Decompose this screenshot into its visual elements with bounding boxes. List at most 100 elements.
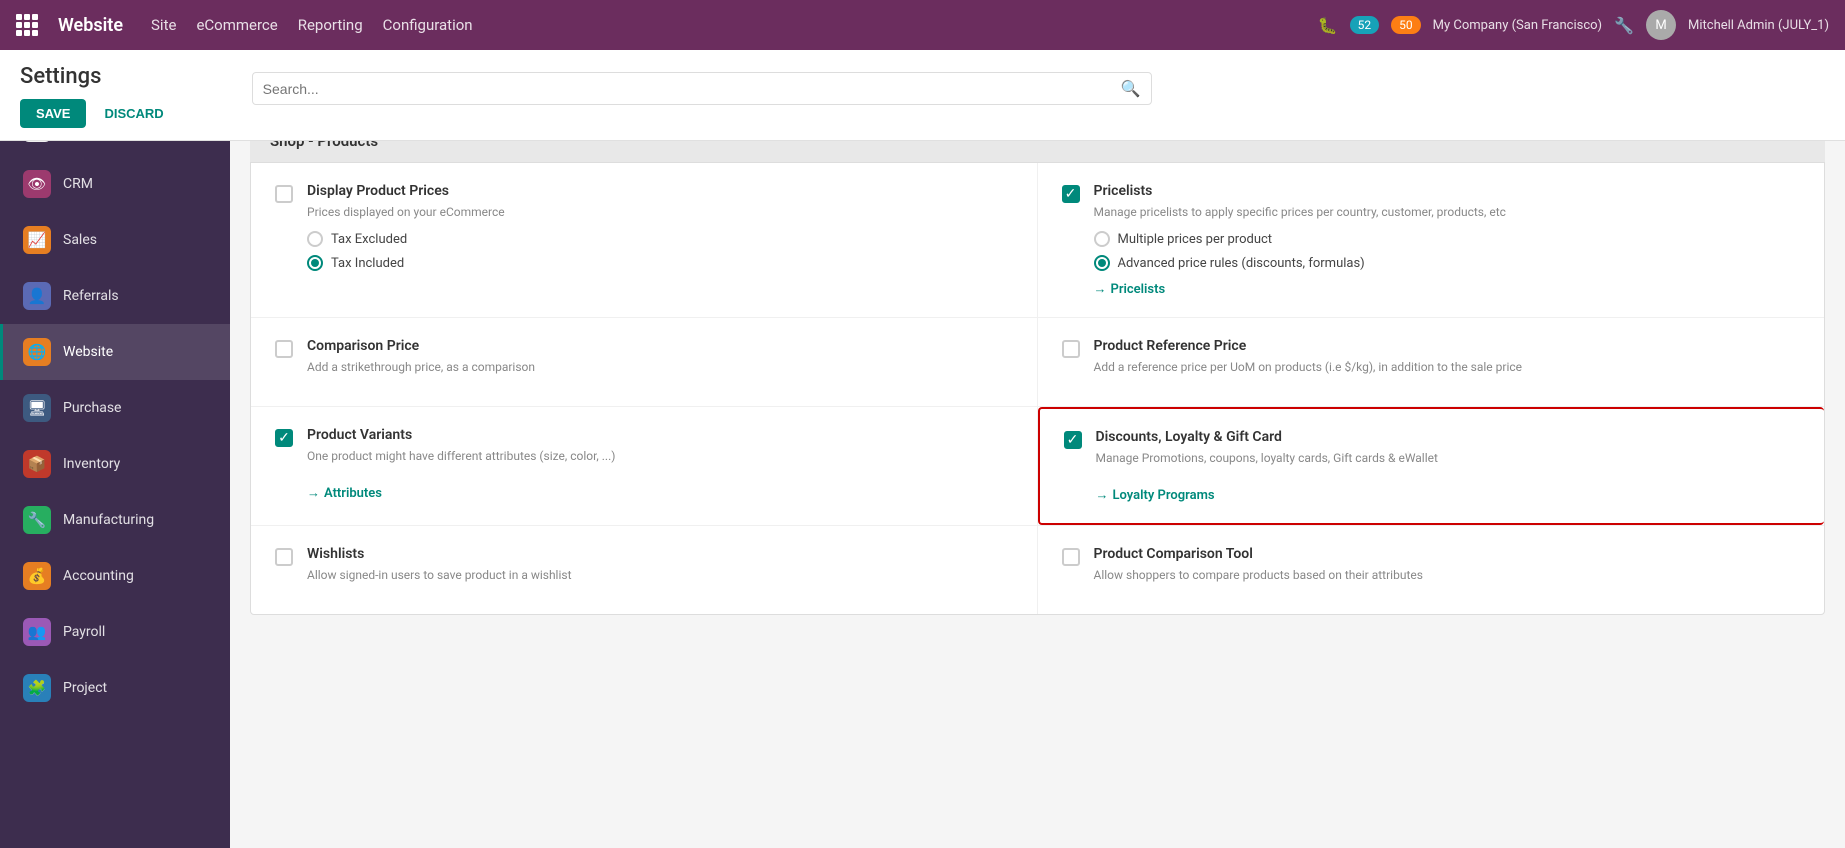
sidebar-item-sales[interactable]: 📈 Sales [0, 212, 230, 268]
website-icon: 🌐 [23, 338, 51, 366]
avatar[interactable]: M [1646, 10, 1676, 40]
setting-comparison-price: Comparison Price Add a strikethrough pri… [251, 318, 1038, 406]
radio-multiple-prices[interactable]: Multiple prices per product [1094, 231, 1801, 247]
app-grid-icon[interactable] [16, 14, 38, 36]
setting-title-pricelists: Pricelists [1094, 183, 1801, 199]
setting-content-product-variants: Product Variants One product might have … [307, 427, 1013, 501]
sidebar-item-referrals[interactable]: 👤 Referrals [0, 268, 230, 324]
sidebar-item-accounting[interactable]: 💰 Accounting [0, 548, 230, 604]
settings-row-1: Display Product Prices Prices displayed … [251, 163, 1824, 318]
setting-pricelists: ✓ Pricelists Manage pricelists to apply … [1038, 163, 1825, 317]
setting-desc-discounts-loyalty: Manage Promotions, coupons, loyalty card… [1096, 449, 1801, 467]
attributes-link[interactable]: Attributes [307, 485, 382, 501]
checkbox-pricelists[interactable]: ✓ [1062, 185, 1080, 203]
checkbox-comparison-price[interactable] [275, 340, 293, 358]
settings-row-4: Wishlists Allow signed-in users to save … [251, 526, 1824, 614]
setting-desc-comparison-price: Add a strikethrough price, as a comparis… [307, 358, 1013, 376]
sidebar-label-referrals: Referrals [63, 288, 119, 304]
bug-icon[interactable]: 🐛 [1318, 16, 1338, 35]
setting-product-variants: ✓ Product Variants One product might hav… [251, 407, 1038, 525]
sidebar-label-purchase: Purchase [63, 400, 121, 416]
navbar: Website Site eCommerce Reporting Configu… [0, 0, 1845, 50]
sidebar-item-crm[interactable]: 👁 CRM [0, 156, 230, 212]
payroll-icon: 👥 [23, 618, 51, 646]
navbar-reporting[interactable]: Reporting [298, 12, 363, 38]
settings-row-2: Comparison Price Add a strikethrough pri… [251, 318, 1824, 407]
navbar-site[interactable]: Site [151, 12, 176, 38]
manufacturing-icon: 🔧 [23, 506, 51, 534]
setting-wishlists: Wishlists Allow signed-in users to save … [251, 526, 1038, 614]
sidebar-item-manufacturing[interactable]: 🔧 Manufacturing [0, 492, 230, 548]
checkbox-discounts-loyalty[interactable]: ✓ [1064, 431, 1082, 449]
setting-content-display-product-prices: Display Product Prices Prices displayed … [307, 183, 1013, 271]
inventory-icon: 📦 [23, 450, 51, 478]
sidebar-label-manufacturing: Manufacturing [63, 512, 154, 528]
settings-title: Settings [20, 64, 172, 89]
setting-content-pricelists: Pricelists Manage pricelists to apply sp… [1094, 183, 1801, 297]
navbar-configuration[interactable]: Configuration [383, 12, 473, 38]
navbar-ecommerce[interactable]: eCommerce [196, 12, 277, 38]
setting-content-product-comparison-tool: Product Comparison Tool Allow shoppers t… [1094, 546, 1801, 594]
radio-dot-tax-excluded [307, 231, 323, 247]
setting-desc-product-reference-price: Add a reference price per UoM on product… [1094, 358, 1801, 376]
setting-desc-product-variants: One product might have different attribu… [307, 447, 1013, 465]
sidebar-item-inventory[interactable]: 📦 Inventory [0, 436, 230, 492]
activity-badge[interactable]: 50 [1391, 16, 1421, 34]
sidebar-item-website[interactable]: 🌐 Website [0, 324, 230, 380]
radio-advanced-price-rules[interactable]: Advanced price rules (discounts, formula… [1094, 255, 1801, 271]
setting-content-wishlists: Wishlists Allow signed-in users to save … [307, 546, 1013, 594]
referrals-icon: 👤 [23, 282, 51, 310]
checkbox-wishlists[interactable] [275, 548, 293, 566]
setting-title-display-product-prices: Display Product Prices [307, 183, 1013, 199]
search-icon[interactable]: 🔍 [1121, 79, 1141, 98]
search-input[interactable] [263, 81, 1121, 97]
sidebar-item-payroll[interactable]: 👥 Payroll [0, 604, 230, 660]
setting-product-comparison-tool: Product Comparison Tool Allow shoppers t… [1038, 526, 1825, 614]
chat-badge[interactable]: 52 [1350, 16, 1380, 34]
setting-discounts-loyalty: ✓ Discounts, Loyalty & Gift Card Manage … [1038, 407, 1825, 525]
radio-dot-multiple-prices [1094, 231, 1110, 247]
loyalty-programs-link[interactable]: Loyalty Programs [1096, 487, 1215, 503]
checkbox-product-variants[interactable]: ✓ [275, 429, 293, 447]
radio-dot-advanced-price-rules [1094, 255, 1110, 271]
wrench-icon[interactable]: 🔧 [1614, 16, 1634, 35]
sidebar-item-project[interactable]: 🧩 Project [0, 660, 230, 716]
radio-dot-tax-included [307, 255, 323, 271]
main-content: Shop - Products Display Product Prices P… [230, 100, 1845, 635]
sidebar-label-inventory: Inventory [63, 456, 120, 472]
sales-icon: 📈 [23, 226, 51, 254]
app-brand[interactable]: Website [58, 15, 123, 36]
company-name: My Company (San Francisco) [1433, 18, 1602, 33]
setting-title-discounts-loyalty: Discounts, Loyalty & Gift Card [1096, 429, 1801, 445]
checkbox-product-reference-price[interactable] [1062, 340, 1080, 358]
pricelists-link[interactable]: Pricelists [1094, 281, 1166, 297]
user-name[interactable]: Mitchell Admin (JULY_1) [1688, 18, 1829, 33]
setting-title-comparison-price: Comparison Price [307, 338, 1013, 354]
setting-content-discounts-loyalty: Discounts, Loyalty & Gift Card Manage Pr… [1096, 429, 1801, 503]
radio-tax-included[interactable]: Tax Included [307, 255, 1013, 271]
sidebar-label-payroll: Payroll [63, 624, 105, 640]
checkbox-product-comparison-tool[interactable] [1062, 548, 1080, 566]
setting-title-wishlists: Wishlists [307, 546, 1013, 562]
navbar-right: 🐛 52 50 My Company (San Francisco) 🔧 M M… [1318, 10, 1829, 40]
setting-content-product-reference-price: Product Reference Price Add a reference … [1094, 338, 1801, 386]
sidebar-item-purchase[interactable]: 🖥 Purchase [0, 380, 230, 436]
sidebar-label-crm: CRM [63, 176, 93, 192]
radio-group-pricelists: Multiple prices per product Advanced pri… [1094, 231, 1801, 271]
purchase-icon: 🖥 [23, 394, 51, 422]
setting-title-product-variants: Product Variants [307, 427, 1013, 443]
save-button[interactable]: SAVE [20, 99, 86, 128]
setting-desc-product-comparison-tool: Allow shoppers to compare products based… [1094, 566, 1801, 584]
layout: ⚙ General Settings 👁 CRM 📈 Sales 👤 Refer… [0, 100, 1845, 635]
setting-content-comparison-price: Comparison Price Add a strikethrough pri… [307, 338, 1013, 386]
radio-tax-excluded[interactable]: Tax Excluded [307, 231, 1013, 247]
navbar-menu: Site eCommerce Reporting Configuration [151, 12, 1298, 38]
radio-group-price-display: Tax Excluded Tax Included [307, 231, 1013, 271]
discard-button[interactable]: DISCARD [96, 99, 171, 128]
checkbox-display-product-prices[interactable] [275, 185, 293, 203]
setting-display-product-prices: Display Product Prices Prices displayed … [251, 163, 1038, 317]
accounting-icon: 💰 [23, 562, 51, 590]
sidebar-label-project: Project [63, 680, 107, 696]
setting-title-product-comparison-tool: Product Comparison Tool [1094, 546, 1801, 562]
settings-grid: Display Product Prices Prices displayed … [250, 162, 1825, 615]
